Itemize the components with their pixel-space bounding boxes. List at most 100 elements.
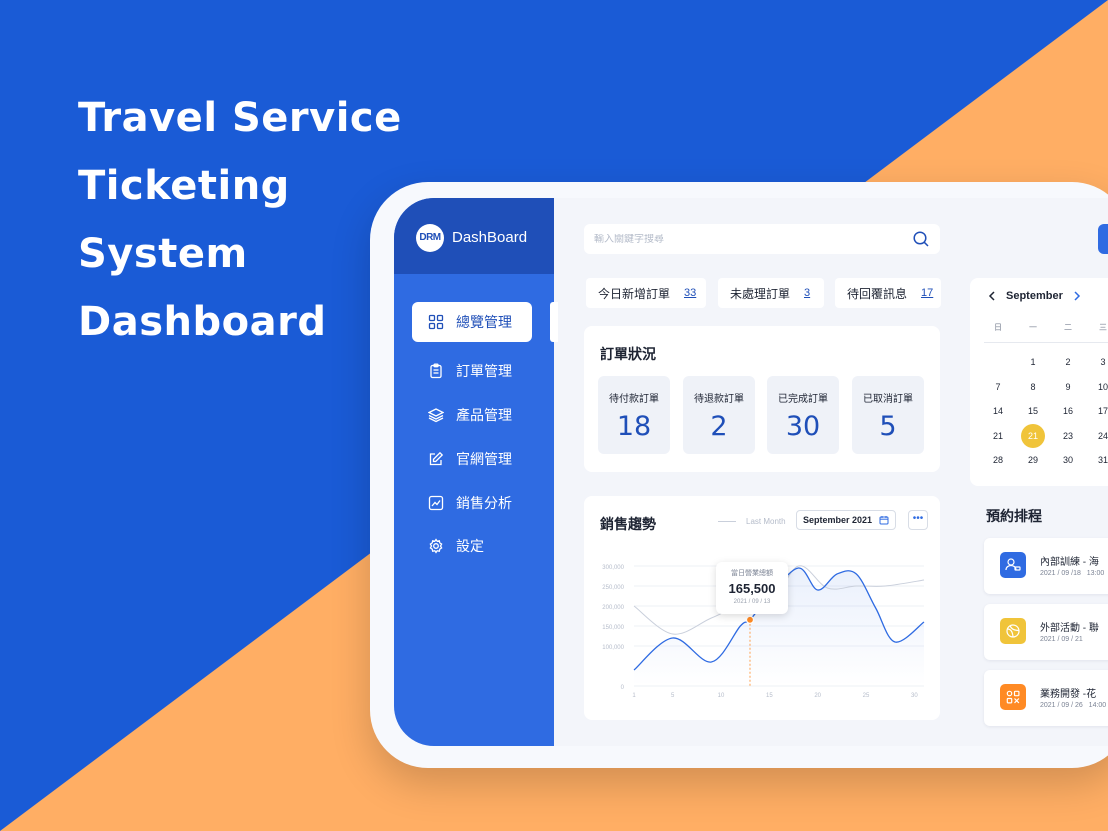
calendar-day[interactable]: 21 bbox=[986, 424, 1010, 448]
stat-new-orders[interactable]: 今日新增訂單 33 bbox=[586, 278, 706, 308]
calendar-day[interactable]: 28 bbox=[986, 448, 1010, 472]
clipboard-icon bbox=[430, 363, 442, 379]
calendar-day[interactable]: 15 bbox=[1021, 399, 1045, 423]
chart-line-icon bbox=[428, 495, 444, 511]
calendar-day[interactable]: 24 bbox=[1091, 424, 1108, 448]
x-tick-label: 1 bbox=[632, 693, 636, 699]
schedule-item[interactable]: 外部活動 - 聯 2021 / 09 / 21 bbox=[984, 604, 1108, 660]
status-value: 5 bbox=[879, 411, 897, 442]
schedule-icon-box bbox=[1000, 684, 1026, 710]
x-tick-label: 15 bbox=[766, 693, 773, 699]
tooltip-date: 2021 / 09 / 13 bbox=[733, 599, 771, 605]
hero-line: Travel Service bbox=[78, 95, 402, 141]
sidebar-header: DRM DashBoard bbox=[394, 198, 554, 274]
schedule-item[interactable]: 業務開發 -花 2021 / 09 / 26 14:00 bbox=[984, 670, 1108, 726]
stat-label: 今日新增訂單 bbox=[598, 286, 671, 301]
sidebar-item-orders[interactable]: 訂單管理 bbox=[412, 351, 532, 391]
calendar-weekday: 日 bbox=[994, 323, 1002, 332]
month-selector-value: September 2021 bbox=[803, 515, 873, 525]
tooltip-value: 165,500 bbox=[728, 581, 776, 596]
calendar-month: September bbox=[1006, 290, 1063, 302]
y-tick-label: 200,000 bbox=[602, 605, 624, 611]
dashboard-screen: DRM DashBoard 總覽管理 訂單管理 產品管理 官網管理 銷售分析 設… bbox=[394, 198, 1108, 746]
calendar-day[interactable]: 3 bbox=[1091, 350, 1108, 374]
schedule-item-time: 13:00 bbox=[1086, 570, 1105, 577]
layers-icon bbox=[428, 408, 444, 423]
schedule-item-date: 2021 / 09 / 21 bbox=[1040, 636, 1083, 643]
calendar-day[interactable]: 31 bbox=[1091, 448, 1108, 472]
calendar-day[interactable]: 10 bbox=[1091, 375, 1108, 399]
hero-line: Dashboard bbox=[78, 299, 327, 345]
schedule-icon-box bbox=[1000, 618, 1026, 644]
search-bar bbox=[584, 224, 940, 254]
y-tick-label: 100,000 bbox=[602, 645, 624, 651]
stat-label: 未處理訂單 bbox=[730, 286, 791, 301]
x-tick-label: 25 bbox=[863, 693, 870, 699]
schedule-title: 預約排程 bbox=[986, 508, 1042, 524]
search-input[interactable] bbox=[594, 233, 912, 245]
schedule-item-title: 業務開發 -花 bbox=[1040, 689, 1097, 700]
sidebar-item-website[interactable]: 官網管理 bbox=[412, 439, 532, 479]
more-options-button[interactable]: ••• bbox=[908, 510, 928, 530]
sidebar-item-overview[interactable]: 總覽管理 bbox=[412, 302, 532, 342]
sidebar-item-label: 官網管理 bbox=[456, 451, 512, 467]
chevron-right-icon[interactable] bbox=[1071, 290, 1083, 302]
sales-trend-card: 銷售趨勢 Last Month September 2021 ••• 0 100,… bbox=[584, 496, 940, 720]
calendar-icon bbox=[879, 516, 889, 525]
highlight-point bbox=[745, 615, 755, 624]
calendar-day[interactable]: 14 bbox=[986, 399, 1010, 423]
sidebar-item-sales[interactable]: 銷售分析 bbox=[412, 483, 532, 523]
schedule-item-meta: 2021 / 09 / 21 bbox=[1040, 636, 1083, 643]
status-cancelled[interactable]: 已取消訂單 5 bbox=[852, 376, 924, 454]
status-value: 18 bbox=[616, 411, 652, 442]
schedule-icon-box bbox=[1000, 552, 1026, 578]
calendar-weekday: 一 bbox=[1029, 323, 1037, 332]
calendar-day[interactable]: 29 bbox=[1021, 448, 1045, 472]
chevron-left-icon[interactable] bbox=[986, 290, 998, 302]
sidebar: DRM DashBoard 總覽管理 訂單管理 產品管理 官網管理 銷售分析 設… bbox=[394, 198, 558, 746]
schedule-item-meta: 2021 / 09 / 26 14:00 bbox=[1040, 702, 1106, 709]
status-label: 已取消訂單 bbox=[863, 394, 913, 405]
sidebar-item-label: 銷售分析 bbox=[456, 495, 512, 511]
hero-line: System bbox=[78, 231, 248, 277]
calendar-day[interactable]: 1 bbox=[1021, 350, 1045, 374]
search-icon[interactable] bbox=[912, 230, 930, 248]
calendar-day[interactable]: 17 bbox=[1091, 399, 1108, 423]
schedule-item-title: 外部活動 - 聯 bbox=[1040, 623, 1099, 634]
active-tab-marker bbox=[550, 302, 558, 342]
sidebar-item-label: 產品管理 bbox=[456, 407, 512, 423]
month-selector[interactable]: September 2021 bbox=[796, 510, 896, 530]
calendar-day-selected[interactable]: 21 bbox=[1021, 423, 1045, 448]
header-action-button[interactable] bbox=[1098, 224, 1108, 254]
calendar-day[interactable]: 9 bbox=[1056, 375, 1080, 399]
stat-value: 17 bbox=[921, 287, 934, 299]
stat-pending-orders[interactable]: 未處理訂單 3 bbox=[718, 278, 824, 308]
apps-icon bbox=[1006, 690, 1020, 704]
calendar-day[interactable]: 2 bbox=[1056, 350, 1080, 374]
schedule-item-title: 內部訓練 - 海 bbox=[1040, 557, 1099, 568]
calendar-day[interactable]: 16 bbox=[1056, 399, 1080, 423]
legend-label: Last Month bbox=[746, 517, 786, 526]
status-pending-refund[interactable]: 待退款訂單 2 bbox=[683, 376, 755, 454]
calendar-day[interactable]: 23 bbox=[1056, 424, 1080, 448]
hero-title: Travel Service Ticketing System Dashboar… bbox=[78, 84, 402, 356]
schedule-item-meta: 2021 / 09 /18 13:00 bbox=[1040, 570, 1104, 577]
y-tick-label: 150,000 bbox=[602, 625, 624, 631]
schedule-item[interactable]: 內部訓練 - 海 2021 / 09 /18 13:00 bbox=[984, 538, 1108, 594]
sidebar-item-label: 設定 bbox=[456, 538, 484, 554]
calendar-day[interactable]: 30 bbox=[1056, 448, 1080, 472]
sidebar-item-products[interactable]: 產品管理 bbox=[412, 395, 532, 435]
status-completed[interactable]: 已完成訂單 30 bbox=[767, 376, 839, 454]
calendar-day[interactable]: 8 bbox=[1021, 375, 1045, 399]
calendar-weekday: 二 bbox=[1064, 323, 1072, 332]
sales-trend-title: 銷售趨勢 bbox=[600, 516, 656, 532]
calendar-nav: September bbox=[986, 290, 1083, 302]
status-pending-payment[interactable]: 待付款訂單 18 bbox=[598, 376, 670, 454]
calendar-day[interactable]: 7 bbox=[986, 375, 1010, 399]
sidebar-item-settings[interactable]: 設定 bbox=[412, 526, 532, 566]
stat-unreplied-messages[interactable]: 待回覆訊息 17 bbox=[835, 278, 941, 308]
stat-value: 3 bbox=[804, 287, 811, 299]
status-label: 待退款訂單 bbox=[694, 394, 744, 405]
brand-name: DashBoard bbox=[452, 229, 528, 246]
order-status-title: 訂單狀況 bbox=[600, 346, 656, 362]
